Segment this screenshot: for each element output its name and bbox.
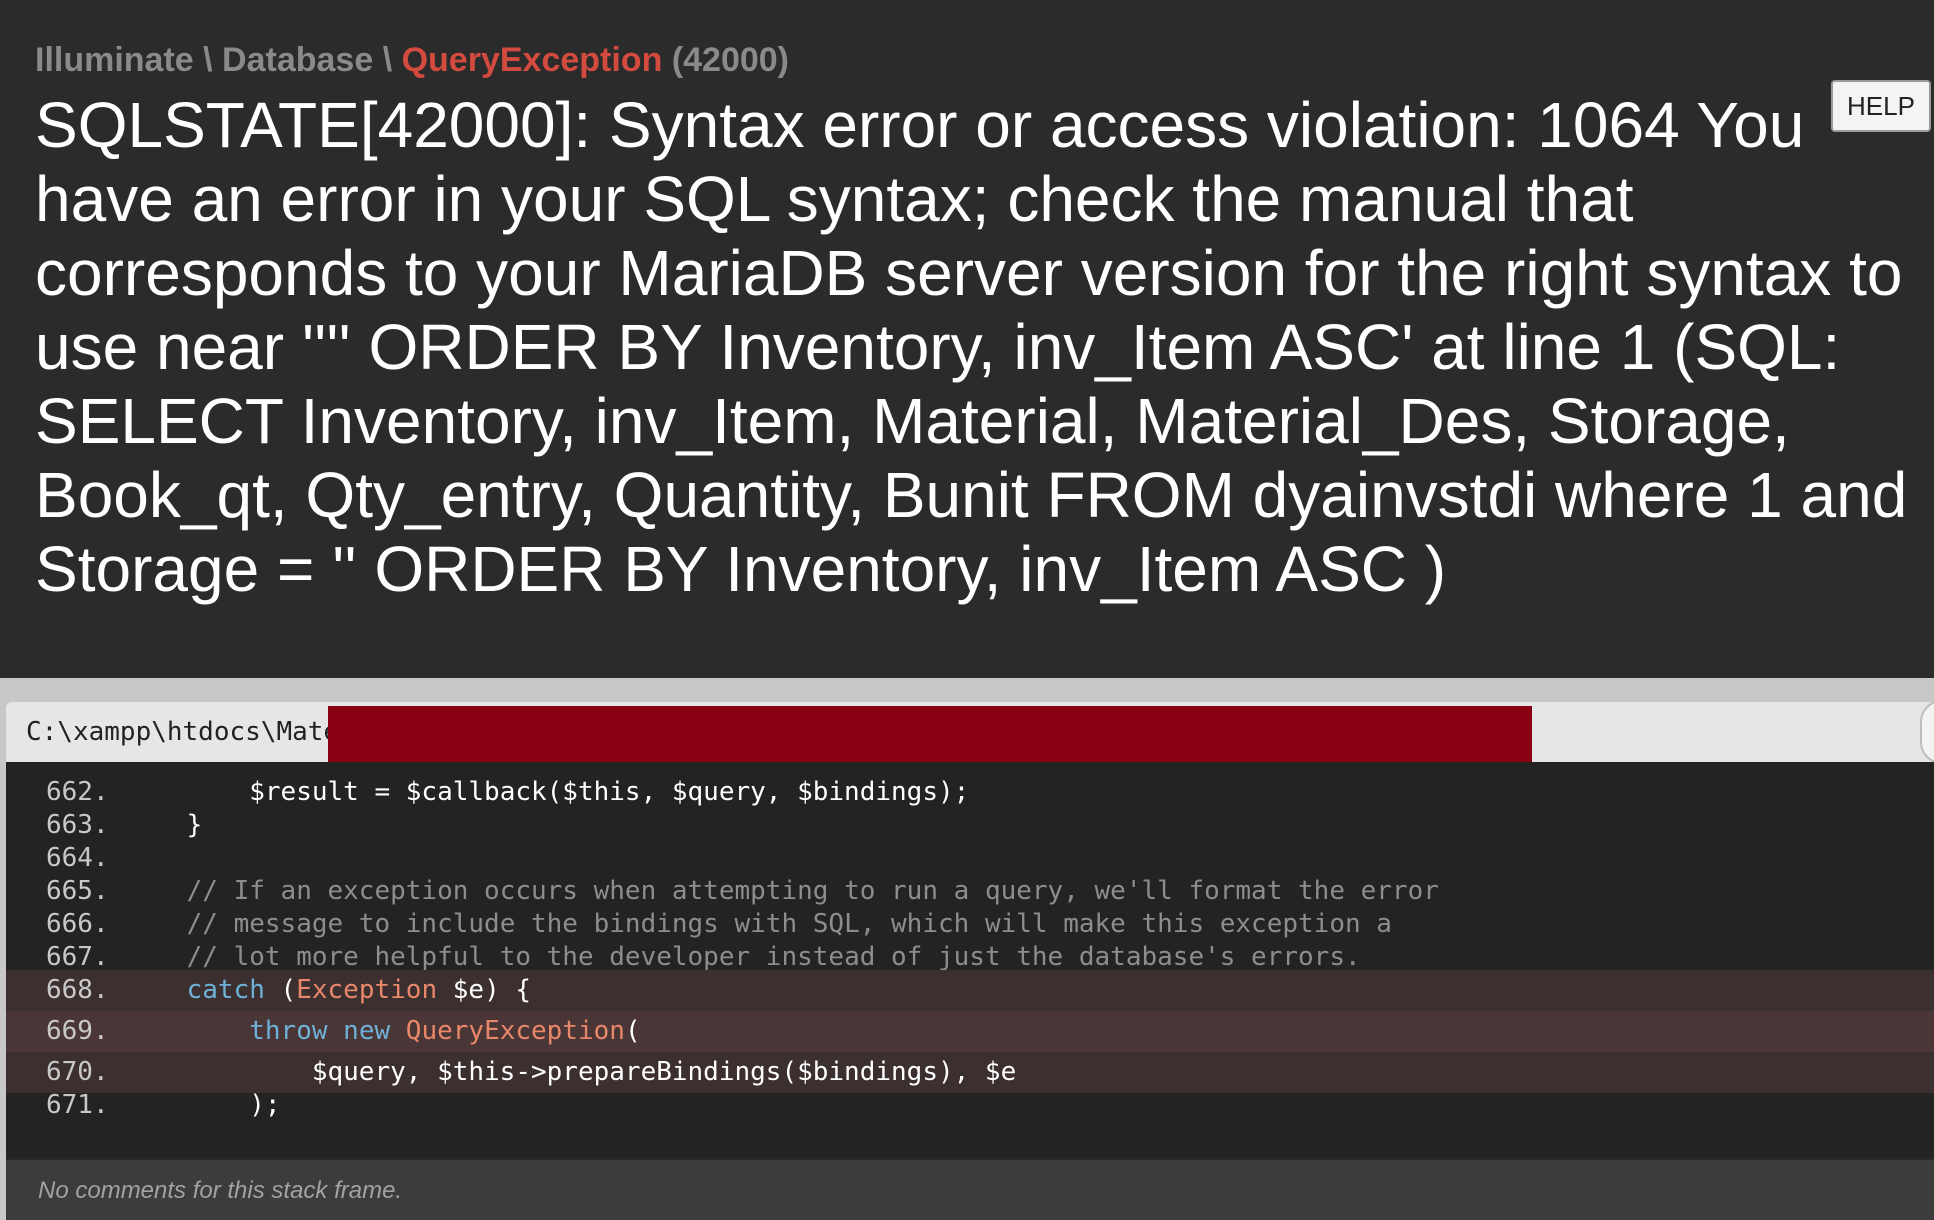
code-line: 668. catch (Exception $e) {	[6, 970, 1934, 1011]
code-token: $e) {	[437, 975, 532, 1005]
code-token: catch	[186, 975, 265, 1005]
code-line: 666. // message to include the bindings …	[6, 908, 1934, 941]
code-token: $query, $this->prepareBindings($bindings…	[311, 1057, 1017, 1087]
code-token: (	[264, 975, 297, 1005]
line-number: 671.	[46, 1090, 109, 1120]
line-code: // If an exception occurs when attemptin…	[124, 875, 1439, 908]
frame-comments-text: No comments for this stack frame.	[38, 1177, 403, 1204]
exception-code: (42000)	[671, 41, 789, 79]
line-number: 662.	[46, 777, 109, 807]
code-line: 665. // If an exception occurs when atte…	[6, 875, 1934, 908]
line-number: 664.	[46, 843, 109, 873]
code-token: // message to include the bindings with …	[186, 909, 1392, 939]
code-line: 664.	[6, 842, 1934, 875]
code-token: Exception	[296, 975, 438, 1005]
code-line: 663. }	[6, 809, 1934, 842]
line-number: 666.	[46, 909, 109, 939]
code-token: // If an exception occurs when attemptin…	[186, 876, 1439, 906]
line-code: throw new QueryException(	[124, 1011, 641, 1052]
code-token: );	[249, 1090, 281, 1120]
line-code: // message to include the bindings with …	[124, 908, 1392, 941]
frame-comments: No comments for this stack frame.	[6, 1158, 1934, 1220]
exception-title: Illuminate \ Database \ QueryException (…	[35, 38, 789, 82]
error-page: Illuminate \ Database \ QueryException (…	[0, 0, 1934, 1220]
code-line: 670. $query, $this->prepareBindings($bin…	[6, 1052, 1934, 1093]
code-token: QueryException	[405, 1016, 625, 1046]
code-token: throw	[249, 1016, 328, 1046]
line-number: 665.	[46, 876, 109, 906]
line-code: $result = $callback($this, $query, $bind…	[124, 776, 969, 809]
exception-message: SQLSTATE[42000]: Syntax error or access …	[35, 89, 1908, 605]
help-button[interactable]: HELP	[1831, 80, 1931, 132]
code-line: 662. $result = $callback($this, $query, …	[6, 776, 1934, 809]
code-snippet: 662. $result = $callback($this, $query, …	[6, 762, 1934, 1158]
namespace-separator: \	[193, 41, 223, 79]
line-number: 669.	[46, 1016, 109, 1046]
code-token: }	[186, 810, 203, 840]
code-token: $result = $callback($this, $query, $bind…	[249, 777, 970, 807]
line-code: catch (Exception $e) {	[124, 970, 531, 1011]
stack-frame-panel: C:\xampp\htdocs\Mate 662. $result = $cal…	[0, 678, 1934, 1220]
line-number: 668.	[46, 975, 109, 1005]
line-number: 670.	[46, 1057, 109, 1087]
namespace-database: Database	[222, 41, 374, 79]
code-token: (	[624, 1016, 641, 1046]
exception-class: QueryException	[401, 41, 663, 79]
code-token: // lot more helpful to the developer ins…	[186, 942, 1361, 972]
line-code: $query, $this->prepareBindings($bindings…	[124, 1052, 1016, 1093]
code-token: new	[343, 1016, 391, 1046]
namespace-separator-2: \	[373, 41, 402, 79]
namespace-illuminate: Illuminate	[35, 41, 194, 79]
exception-header: Illuminate \ Database \ QueryException (…	[0, 0, 1934, 678]
redacted-region	[328, 706, 1532, 764]
line-code: );	[124, 1089, 281, 1122]
code-line: 669. throw new QueryException(	[6, 1011, 1934, 1052]
line-number: 663.	[46, 810, 109, 840]
line-code: }	[124, 809, 203, 842]
frame-file-path[interactable]: C:\xampp\htdocs\Mate	[26, 702, 336, 762]
code-line: 671. );	[6, 1089, 1934, 1122]
